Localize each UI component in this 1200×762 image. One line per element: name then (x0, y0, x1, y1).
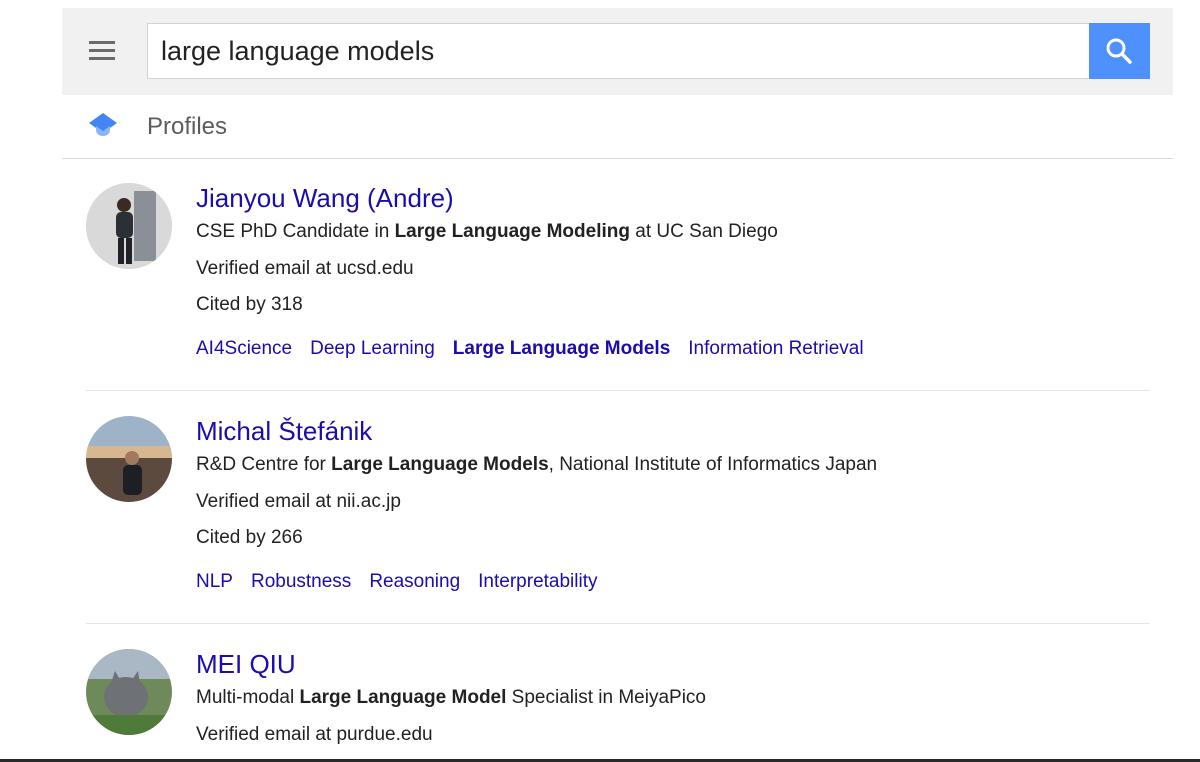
interest-link[interactable]: Deep Learning (310, 338, 435, 360)
cited-by-count: Cited by 266 (196, 527, 303, 548)
profile-name-link[interactable]: Jianyou Wang (Andre) (196, 183, 454, 214)
research-interests: NLP Robustness Reasoning Interpretability (196, 571, 616, 593)
verified-email: Verified email at ucsd.edu (196, 258, 414, 279)
profile-name-link[interactable]: Michal Štefánik (196, 416, 372, 447)
interest-link[interactable]: NLP (196, 571, 233, 593)
search-button[interactable] (1089, 23, 1150, 79)
interest-link[interactable]: Information Retrieval (688, 338, 863, 360)
profile-card: Michal Štefánik R&D Centre for Large Lan… (86, 416, 1150, 624)
avatar[interactable] (86, 183, 172, 269)
magnifier-icon (1106, 38, 1132, 64)
profiles-section-header: Profiles (62, 96, 1173, 159)
interest-link[interactable]: Interpretability (478, 571, 597, 593)
cited-by-count: Cited by 318 (196, 294, 303, 315)
profile-affiliation: CSE PhD Candidate in Large Language Mode… (196, 221, 778, 242)
profile-affiliation: R&D Centre for Large Language Models, Na… (196, 454, 878, 475)
research-interests: AI4Science Deep Learning Large Language Mo… (196, 338, 882, 360)
interest-link[interactable]: Reasoning (369, 571, 460, 593)
profile-card: Jianyou Wang (Andre) CSE PhD Candidate i… (86, 183, 1150, 391)
interest-link[interactable]: Large Language Models (453, 338, 670, 360)
verified-email: Verified email at nii.ac.jp (196, 491, 401, 512)
search-bar (62, 8, 1173, 95)
avatar[interactable] (86, 416, 172, 502)
scholar-cap-icon (89, 113, 117, 136)
interest-link[interactable]: Robustness (251, 571, 351, 593)
profile-affiliation: Multi-modal Large Language Model Special… (196, 687, 706, 708)
search-input[interactable] (147, 23, 1089, 79)
profile-card: MEI QIU Multi-modal Large Language Model… (86, 649, 1150, 759)
interest-link[interactable]: AI4Science (196, 338, 292, 360)
profile-name-link[interactable]: MEI QIU (196, 649, 296, 680)
avatar[interactable] (86, 649, 172, 735)
hamburger-menu-icon[interactable] (87, 40, 119, 62)
section-title: Profiles (147, 113, 228, 140)
verified-email: Verified email at purdue.edu (196, 724, 433, 745)
